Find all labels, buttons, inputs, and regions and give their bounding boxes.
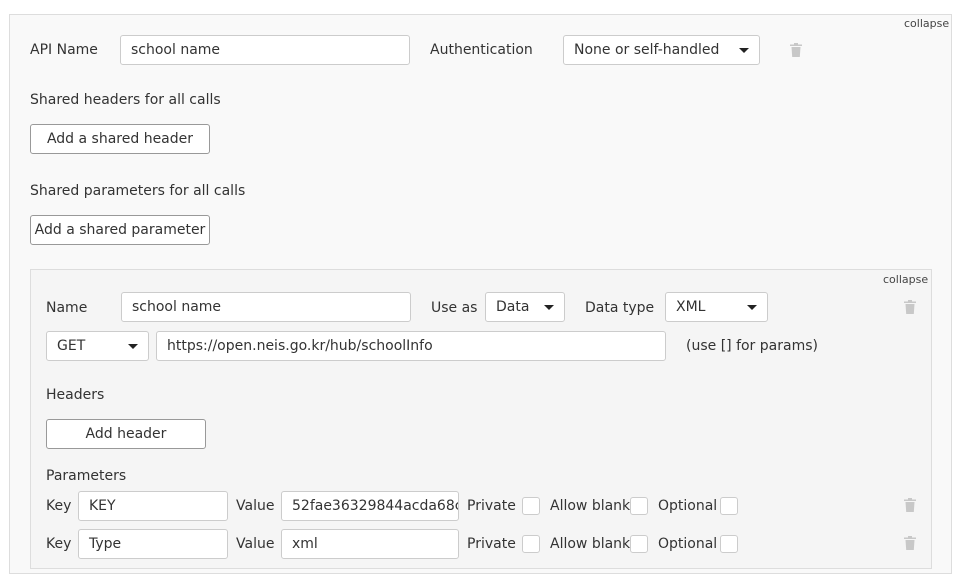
authentication-label: Authentication [430, 42, 533, 58]
add-shared-parameter-button[interactable]: Add a shared parameter [30, 215, 210, 245]
http-method-select[interactable]: GET [46, 331, 149, 361]
chevron-down-icon [747, 305, 757, 310]
authentication-select[interactable]: None or self-handled [563, 35, 760, 65]
url-hint: (use [] for params) [686, 338, 818, 354]
shared-headers-title: Shared headers for all calls [30, 92, 221, 108]
data-type-value: XML [676, 299, 706, 315]
url-input[interactable]: https://open.neis.go.kr/hub/schoolInfo [156, 331, 666, 361]
trash-icon[interactable] [904, 536, 916, 550]
param-value-label: Value [236, 536, 275, 552]
optional-checkbox[interactable] [720, 497, 738, 515]
optional-label: Optional [658, 498, 718, 514]
param-value-input[interactable]: xml [281, 529, 459, 559]
allow-blank-label: Allow blank [550, 536, 631, 552]
param-value-input[interactable]: 52fae36329844acda68cfc [281, 491, 459, 521]
allow-blank-checkbox[interactable] [630, 497, 648, 515]
private-label: Private [467, 498, 516, 514]
param-key-input[interactable]: Type [78, 529, 228, 559]
trash-icon[interactable] [904, 300, 916, 314]
authentication-value: None or self-handled [574, 42, 720, 58]
param-key-label: Key [46, 498, 72, 514]
use-as-value: Data [496, 299, 530, 315]
headers-title: Headers [46, 387, 105, 403]
param-key-input[interactable]: KEY [78, 491, 228, 521]
allow-blank-label: Allow blank [550, 498, 631, 514]
param-key-label: Key [46, 536, 72, 552]
call-name-input[interactable]: school name [121, 292, 411, 322]
param-value-label: Value [236, 498, 275, 514]
add-header-button[interactable]: Add header [46, 419, 206, 449]
shared-parameters-title: Shared parameters for all calls [30, 183, 246, 199]
chevron-down-icon [544, 305, 554, 310]
use-as-label: Use as [431, 300, 478, 316]
chevron-down-icon [128, 344, 138, 349]
parameters-title: Parameters [46, 468, 127, 484]
optional-label: Optional [658, 536, 718, 552]
optional-checkbox[interactable] [720, 535, 738, 553]
allow-blank-checkbox[interactable] [630, 535, 648, 553]
trash-icon[interactable] [904, 498, 916, 512]
call-name-label: Name [46, 300, 88, 316]
data-type-select[interactable]: XML [665, 292, 768, 322]
private-checkbox[interactable] [522, 497, 540, 515]
chevron-down-icon [739, 48, 749, 53]
api-name-input[interactable]: school name [120, 35, 410, 65]
add-shared-header-button[interactable]: Add a shared header [30, 124, 210, 154]
use-as-select[interactable]: Data [485, 292, 565, 322]
private-checkbox[interactable] [522, 535, 540, 553]
trash-icon[interactable] [790, 43, 802, 57]
call-collapse-link[interactable]: collapse [883, 273, 928, 286]
data-type-label: Data type [585, 300, 655, 316]
http-method-value: GET [57, 338, 86, 354]
api-name-label: API Name [30, 42, 98, 58]
api-collapse-link[interactable]: collapse [904, 17, 949, 30]
private-label: Private [467, 536, 516, 552]
